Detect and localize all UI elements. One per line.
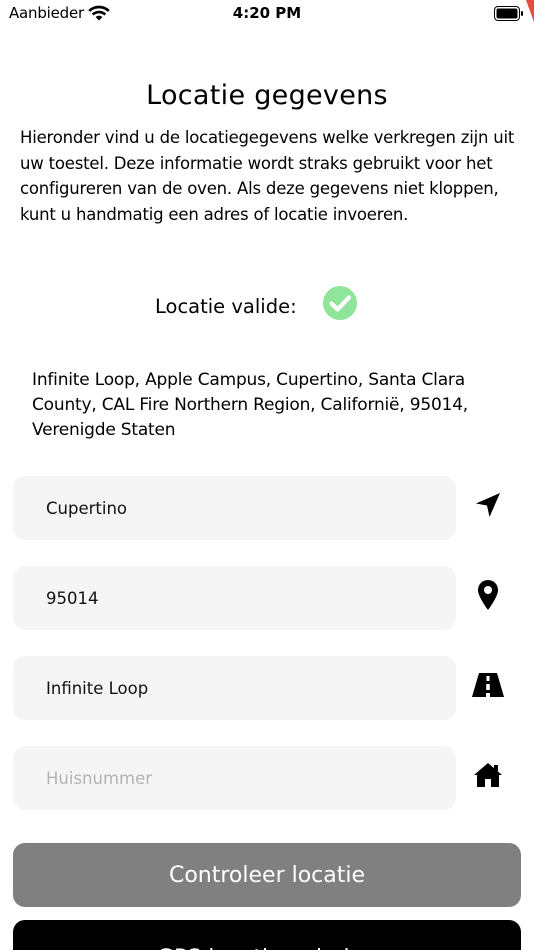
- city-input[interactable]: [13, 476, 456, 540]
- address-text: Infinite Loop, Apple Campus, Cupertino, …: [32, 370, 469, 440]
- corner-indicator: [526, 0, 534, 22]
- check-circle-icon: [323, 286, 357, 320]
- street-input[interactable]: [13, 656, 456, 720]
- house-number-input[interactable]: [13, 746, 456, 810]
- page-title: Locatie gegevens: [146, 80, 388, 111]
- check-location-button[interactable]: Controleer locatie: [13, 843, 521, 907]
- location-valid-label: Locatie valide:: [155, 295, 297, 318]
- intro-text: Hieronder vind u de locatiegegevens welk…: [20, 128, 515, 224]
- location-valid-row: Locatie valide:: [0, 286, 534, 322]
- road-icon[interactable]: [468, 665, 508, 705]
- home-icon[interactable]: [468, 755, 508, 795]
- battery-icon: [494, 6, 523, 21]
- status-bar: Aanbieder 4:20 PM: [0, 0, 534, 28]
- postal-code-input[interactable]: [13, 566, 456, 630]
- get-gps-location-button[interactable]: GPS locatie ophalen: [13, 920, 521, 950]
- navigation-arrow-icon[interactable]: [468, 485, 508, 525]
- map-pin-icon[interactable]: [468, 575, 508, 615]
- status-time: 4:20 PM: [232, 4, 302, 22]
